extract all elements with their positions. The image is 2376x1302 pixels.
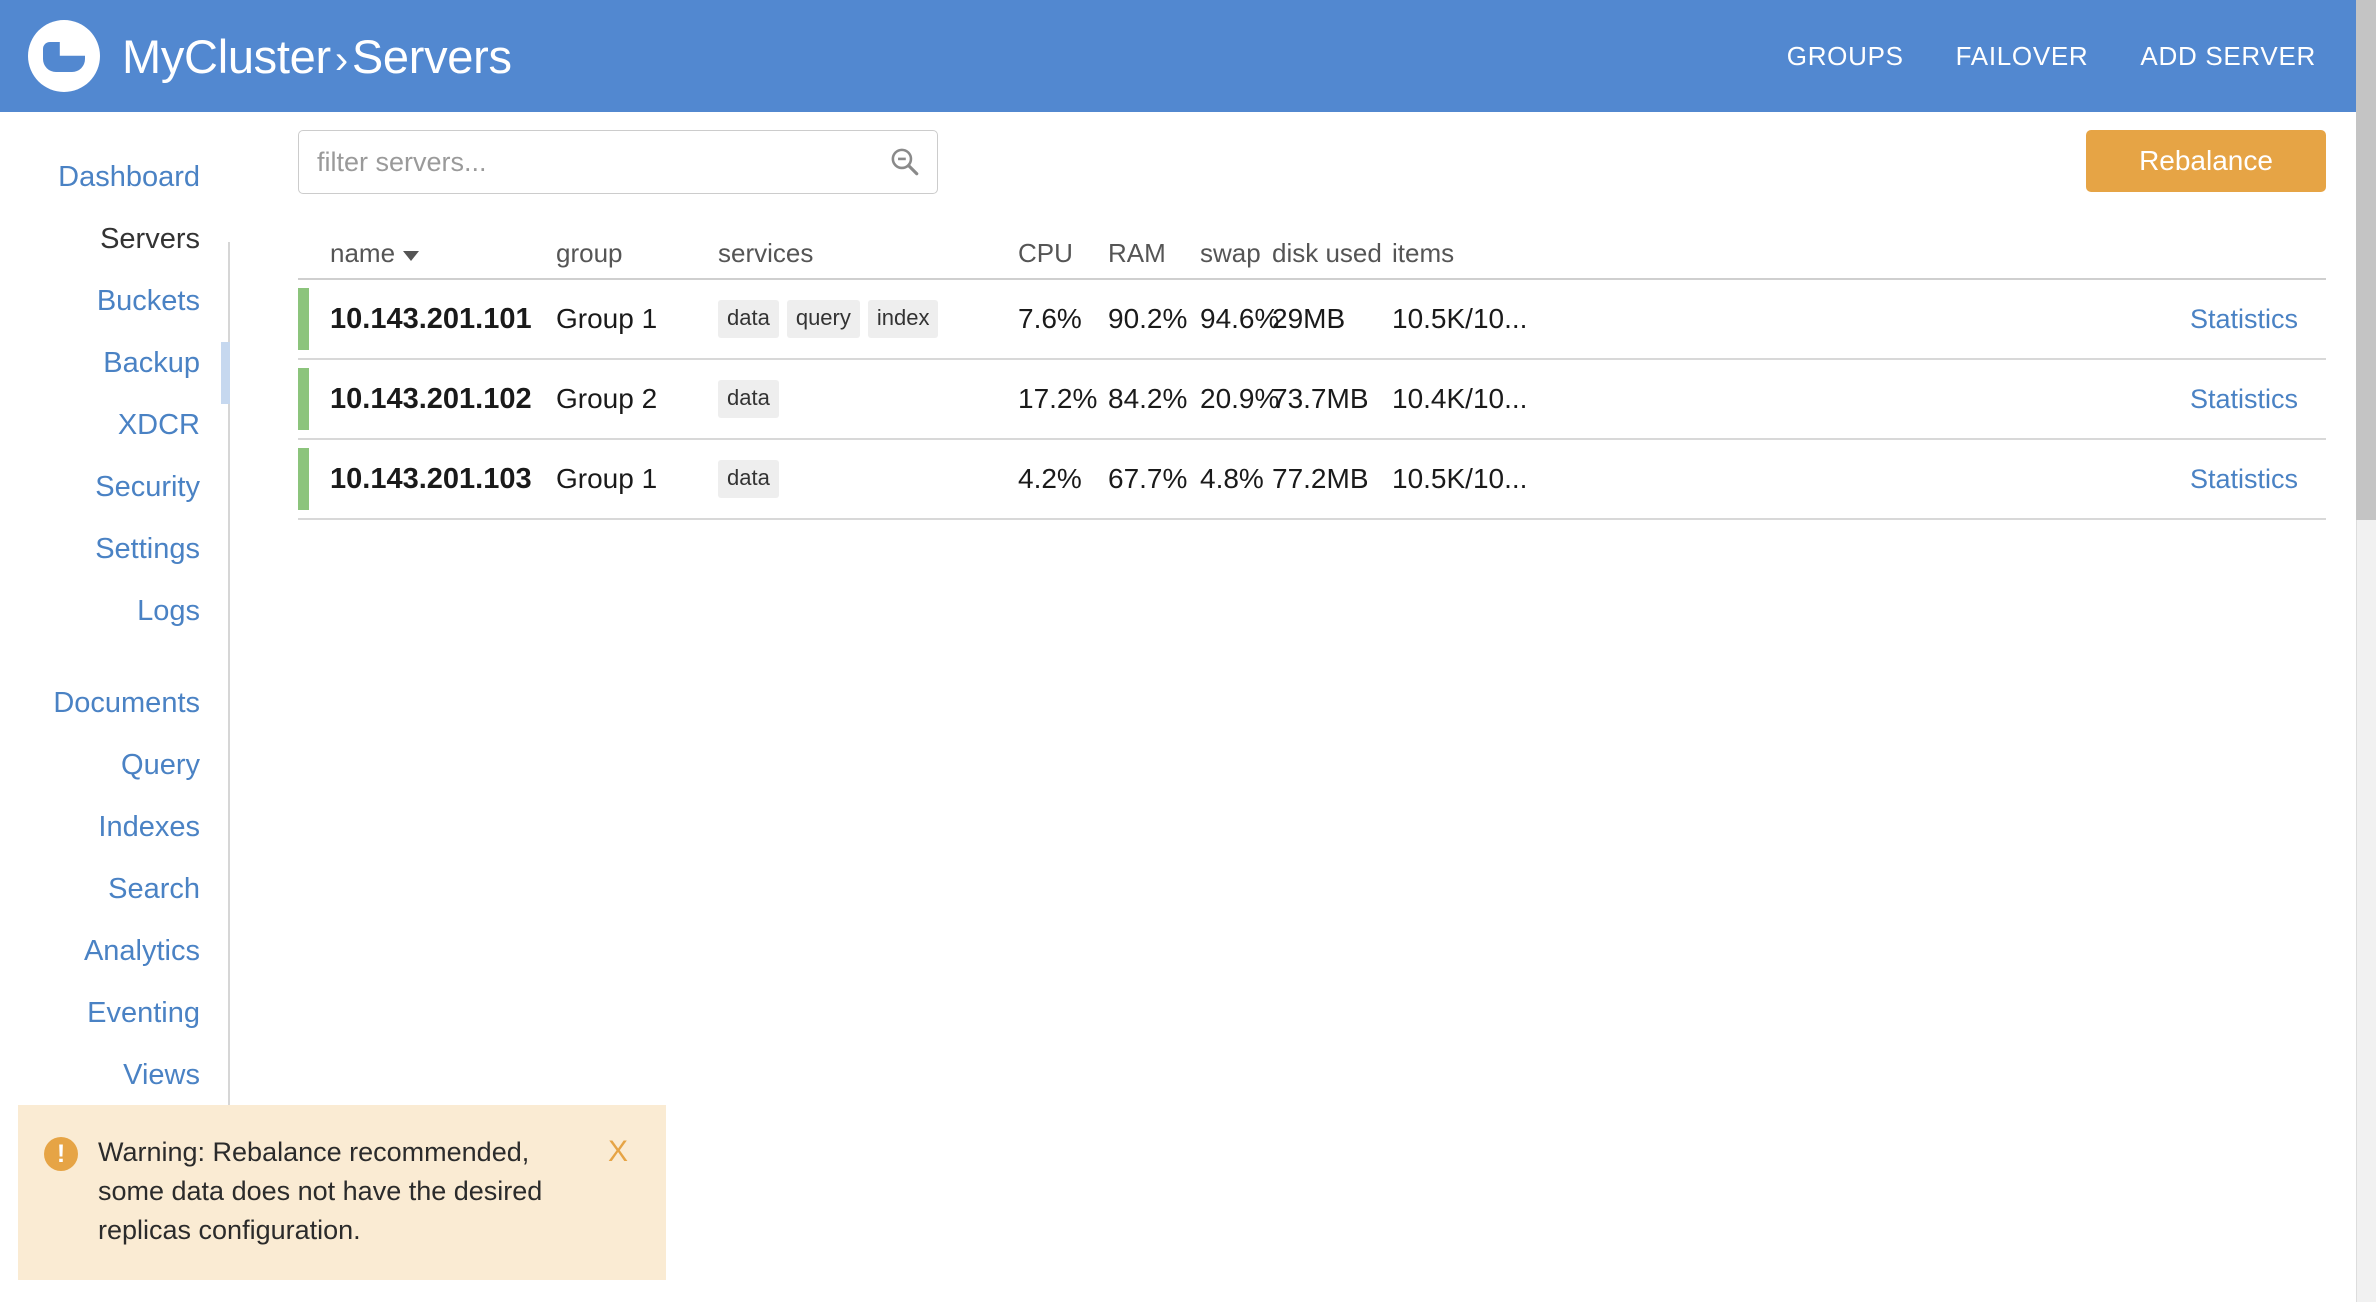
sidebar-item-views[interactable]: Views (0, 1044, 200, 1106)
header-nav: GROUPS FAILOVER ADD SERVER (1787, 41, 2322, 72)
close-icon[interactable]: X (608, 1136, 628, 1167)
server-services: data query index (718, 300, 1018, 338)
rebalance-button[interactable]: Rebalance (2086, 130, 2326, 192)
statistics-link[interactable]: Statistics (2190, 304, 2298, 334)
sidebar-item-buckets[interactable]: Buckets (0, 270, 200, 332)
service-chip: data (718, 380, 779, 418)
page-scrollbar[interactable] (2356, 0, 2376, 1302)
sidebar-nav-primary: Dashboard Servers Buckets Backup XDCR Se… (0, 112, 230, 1106)
column-header-name[interactable]: name (298, 239, 556, 268)
servers-toolbar: Rebalance (230, 112, 2356, 204)
app-root: MyCluster ›Servers GROUPS FAILOVER ADD SE… (0, 0, 2376, 1302)
statistics-link[interactable]: Statistics (2190, 384, 2298, 414)
server-cpu: 17.2% (1018, 383, 1098, 414)
nav-groups[interactable]: GROUPS (1787, 41, 1904, 72)
server-name: 10.143.201.101 (330, 302, 532, 335)
server-disk-used: 29MB (1272, 303, 1346, 334)
sidebar-item-settings[interactable]: Settings (0, 518, 200, 580)
service-chip: index (867, 300, 939, 338)
sidebar-item-indexes[interactable]: Indexes (0, 796, 200, 858)
table-row[interactable]: 10.143.201.103 Group 1 data 4.2% 67.7% 4… (298, 440, 2326, 520)
server-statistics-cell: Statistics (1572, 303, 2326, 335)
servers-table: name group services CPU RAM swap disk us… (298, 226, 2326, 520)
sidebar-item-logs[interactable]: Logs (0, 580, 200, 642)
couchbase-logo-icon (28, 20, 100, 92)
service-chip: query (786, 300, 860, 338)
search-input[interactable] (298, 130, 938, 194)
server-statistics-cell: Statistics (1572, 463, 2326, 495)
breadcrumb-separator-icon: › (334, 37, 348, 82)
sidebar-item-xdcr[interactable]: XDCR (0, 394, 200, 456)
server-swap: 4.8% (1200, 463, 1264, 494)
sidebar-item-search[interactable]: Search (0, 858, 200, 920)
column-header-disk-used[interactable]: disk used (1272, 239, 1392, 268)
server-group: Group 1 (556, 463, 658, 494)
filter-servers-wrap (298, 130, 938, 194)
server-services: data (718, 380, 1018, 418)
service-chip: data (718, 300, 779, 338)
breadcrumb-cluster[interactable]: MyCluster (122, 30, 331, 83)
server-statistics-cell: Statistics (1572, 383, 2326, 415)
breadcrumb-section: Servers (351, 29, 512, 83)
column-header-items[interactable]: items (1392, 239, 1572, 268)
server-name: 10.143.201.102 (330, 382, 532, 415)
sidebar-item-query[interactable]: Query (0, 734, 200, 796)
column-header-services[interactable]: services (718, 239, 1018, 268)
column-header-group[interactable]: group (556, 239, 718, 268)
column-header-cpu[interactable]: CPU (1018, 239, 1108, 268)
sidebar-item-servers[interactable]: Servers (0, 208, 200, 270)
nav-failover[interactable]: FAILOVER (1956, 41, 2089, 72)
server-swap: 94.6% (1200, 303, 1280, 334)
server-ram: 84.2% (1108, 383, 1188, 414)
sidebar-group-separator (0, 642, 200, 672)
server-swap: 20.9% (1200, 383, 1280, 414)
sidebar-item-documents[interactable]: Documents (0, 672, 200, 734)
breadcrumb: MyCluster ›Servers (122, 33, 512, 80)
server-cpu: 4.2% (1018, 463, 1082, 494)
server-disk-used: 73.7MB (1272, 383, 1369, 414)
column-header-ram[interactable]: RAM (1108, 239, 1200, 268)
server-services: data (718, 460, 1018, 498)
table-row[interactable]: 10.143.201.102 Group 2 data 17.2% 84.2% … (298, 360, 2326, 440)
column-header-swap[interactable]: swap (1200, 239, 1272, 268)
sidebar-item-eventing[interactable]: Eventing (0, 982, 200, 1044)
server-status-indicator (298, 288, 309, 350)
service-chip: data (718, 460, 779, 498)
sidebar-item-security[interactable]: Security (0, 456, 200, 518)
server-ram: 67.7% (1108, 463, 1188, 494)
column-header-name-label: name (330, 238, 396, 269)
app-header: MyCluster ›Servers GROUPS FAILOVER ADD SE… (0, 0, 2356, 112)
warning-toast-message: Warning: Rebalance recommended, some dat… (98, 1136, 543, 1245)
server-name: 10.143.201.103 (330, 462, 532, 495)
server-items: 10.5K/10... (1392, 463, 1528, 494)
server-status-indicator (298, 368, 309, 430)
table-row[interactable]: 10.143.201.101 Group 1 data query index … (298, 280, 2326, 360)
brand: MyCluster ›Servers (28, 20, 512, 92)
warning-toast: ! Warning: Rebalance recommended, some d… (18, 1104, 666, 1280)
table-header-row: name group services CPU RAM swap disk us… (298, 226, 2326, 280)
server-group: Group 1 (556, 303, 658, 334)
sort-descending-icon (403, 250, 420, 261)
server-cpu: 7.6% (1018, 303, 1082, 334)
warning-exclamation-icon: ! (44, 1136, 78, 1171)
sidebar-item-analytics[interactable]: Analytics (0, 920, 200, 982)
server-disk-used: 77.2MB (1272, 463, 1369, 494)
server-items: 10.5K/10... (1392, 303, 1528, 334)
server-ram: 90.2% (1108, 303, 1188, 334)
sidebar-item-backup[interactable]: Backup (0, 332, 200, 394)
page-scrollbar-thumb[interactable] (2356, 0, 2376, 520)
server-status-indicator (298, 448, 309, 510)
statistics-link[interactable]: Statistics (2190, 464, 2298, 494)
server-group: Group 2 (556, 383, 658, 414)
nav-add-server[interactable]: ADD SERVER (2140, 41, 2316, 72)
server-items: 10.4K/10... (1392, 383, 1528, 414)
sidebar-item-dashboard[interactable]: Dashboard (0, 146, 200, 208)
